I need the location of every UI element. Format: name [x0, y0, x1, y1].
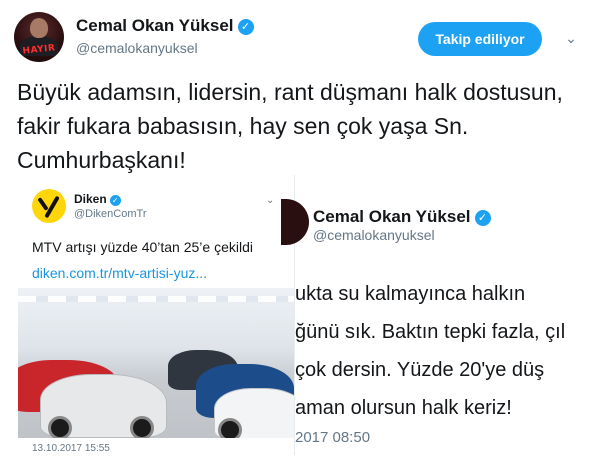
car-showroom-photo: [18, 288, 294, 438]
diken-logo-icon: [32, 189, 66, 223]
embedded-tweet-text: MTV artışı yüzde 40’tan 25’e çekildi: [32, 239, 253, 255]
embedded-text-line: aman olursun halk keriz!: [295, 397, 512, 419]
embedded-timestamp: 13.10.2017 15:55: [32, 443, 110, 454]
following-button[interactable]: Takip ediliyor: [418, 22, 542, 56]
avatar-figure-head: [30, 18, 48, 38]
wheel-shape: [218, 418, 242, 438]
embedded-timestamp: 2017 08:50: [295, 429, 371, 446]
display-name-text[interactable]: Cemal Okan Yüksel: [76, 16, 234, 35]
tweet-text: Büyük adamsın, lidersin, rant düşmanı ha…: [17, 79, 563, 173]
profile-avatar[interactable]: HAYIR: [14, 12, 64, 62]
embedded-text-line: ğünü sık. Baktın tepki fazla, çıl: [295, 321, 566, 343]
ceiling-lights: [18, 296, 294, 302]
embedded-handle: @DikenComTr: [74, 208, 147, 220]
embedded-tweet-cemal: Cemal Okan Yüksel ✓ @cemalokanyuksel ukta…: [281, 175, 598, 455]
embedded-handle: @cemalokanyuksel: [313, 227, 435, 243]
embedded-display-name: Diken ✓: [74, 192, 121, 206]
attached-image[interactable]: Diken ✓ @DikenComTr ⌄ MTV artışı yüzde 40…: [18, 175, 598, 455]
verified-badge-icon: ✓: [237, 19, 254, 35]
embedded-link: diken.com.tr/mtv-artisi-yuz...: [32, 265, 208, 281]
verified-badge-icon: ✓: [109, 195, 121, 206]
embedded-text-line: çok dersin. Yüzde 20'ye düş: [295, 359, 545, 381]
embedded-text-line: ukta su kalmayınca halkın: [295, 283, 526, 305]
embedded-tweet-text: ukta su kalmayınca halkın ğünü sık. Bakt…: [295, 275, 598, 427]
embedded-tweet-diken: Diken ✓ @DikenComTr ⌄ MTV artışı yüzde 40…: [18, 175, 295, 455]
chevron-down-icon[interactable]: ⌄: [563, 30, 579, 46]
user-handle[interactable]: @cemalokanyuksel: [76, 40, 198, 56]
display-name[interactable]: Cemal Okan Yüksel ✓: [76, 16, 254, 36]
embedded-display-name-text: Diken: [74, 192, 107, 206]
avatar: [281, 199, 309, 245]
chevron-down-icon: ⌄: [266, 195, 275, 206]
verified-badge-icon: ✓: [474, 210, 491, 226]
wheel-shape: [48, 416, 72, 438]
wheel-shape: [130, 416, 154, 438]
embedded-display-name: Cemal Okan Yüksel ✓: [313, 207, 491, 227]
embedded-display-name-text: Cemal Okan Yüksel: [313, 207, 471, 226]
